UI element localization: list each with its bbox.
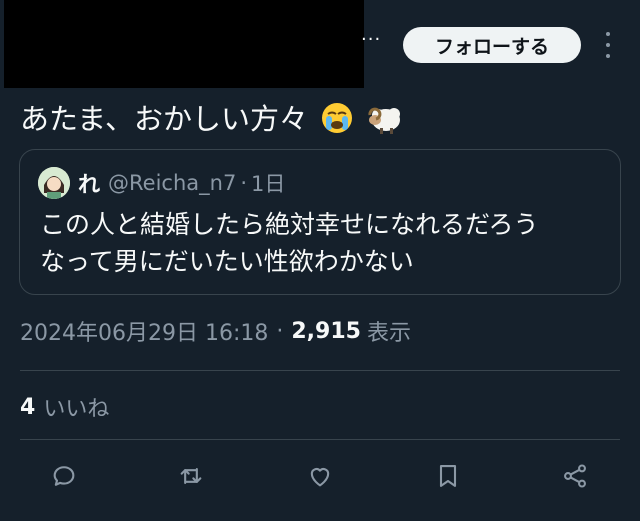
reply-icon[interactable]	[48, 460, 80, 492]
divider	[20, 439, 620, 440]
tweet-text-row: あたま、おかしい方々	[20, 99, 402, 145]
quoted-tweet-header: れ @Reicha_n7 · 1日	[38, 166, 285, 200]
quoted-line-2: なって男にだいたい性欲わかない	[40, 247, 414, 276]
views-count: 2,915	[291, 318, 361, 344]
quoted-author-handle: @Reicha_n7	[108, 171, 237, 195]
likes-stat[interactable]: 4 いいね	[20, 391, 109, 423]
more-options-icon[interactable]	[600, 32, 616, 58]
redacted-user-info	[4, 0, 364, 88]
share-icon[interactable]	[559, 460, 591, 492]
tweet-text: あたま、おかしい方々	[20, 102, 308, 136]
quoted-author-name: れ	[78, 173, 101, 198]
ram-emoji	[366, 101, 402, 145]
crying-face-emoji	[320, 101, 354, 145]
tweet-datetime[interactable]: 2024年06月29日 16:18	[20, 315, 268, 347]
quoted-tweet[interactable]: れ @Reicha_n7 · 1日 この人と結婚したら絶対幸せになれるだろう な…	[19, 149, 621, 295]
separator-dot: ·	[240, 171, 247, 195]
like-icon[interactable]	[304, 460, 336, 492]
quoted-line-1: この人と結婚したら絶対幸せになれるだろう	[40, 210, 539, 239]
likes-label: いいね	[43, 397, 110, 422]
separator-dot: ·	[276, 318, 284, 344]
retweet-icon[interactable]	[175, 460, 207, 492]
tweet-meta: 2024年06月29日 16:18 · 2,915 表示	[20, 315, 411, 347]
views-label: 表示	[366, 321, 411, 346]
avatar	[38, 167, 70, 199]
follow-button[interactable]: フォローする	[403, 27, 581, 63]
divider	[20, 370, 620, 371]
likes-count: 4	[20, 394, 36, 420]
bookmark-icon[interactable]	[432, 460, 464, 492]
quoted-tweet-text: この人と結婚したら絶対幸せになれるだろう なって男にだいたい性欲わかない	[40, 206, 539, 280]
more-indicator: ···	[361, 29, 382, 50]
quoted-timestamp: 1日	[251, 172, 286, 196]
